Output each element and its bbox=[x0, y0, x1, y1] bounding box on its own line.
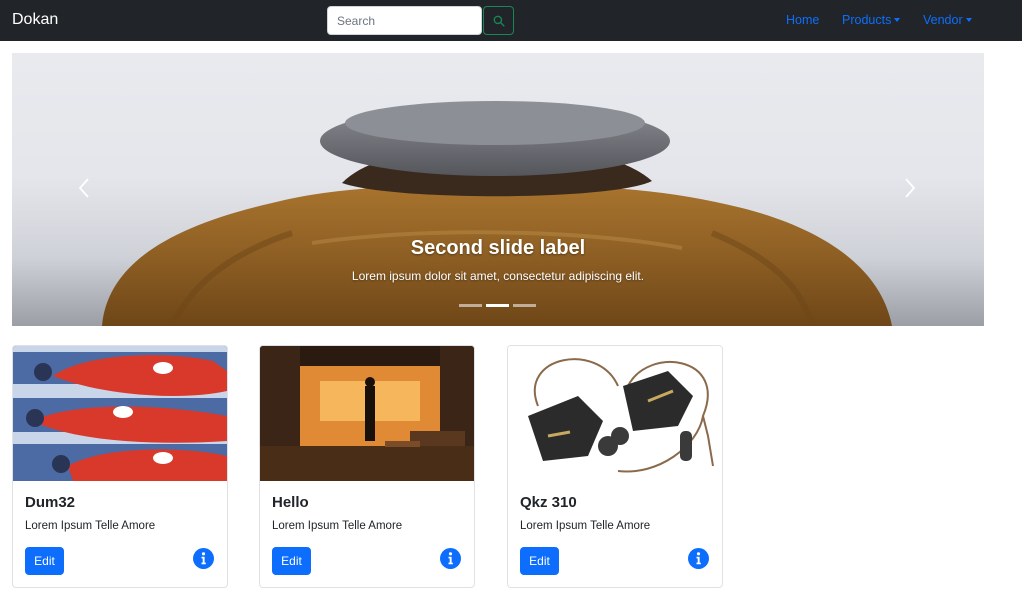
carousel-prev-button[interactable] bbox=[54, 168, 114, 208]
carousel-next-button[interactable] bbox=[880, 168, 940, 208]
info-button[interactable] bbox=[440, 548, 461, 569]
card-title: Hello bbox=[272, 494, 309, 511]
nav-link-home-label: Home bbox=[786, 13, 820, 27]
chevron-left-icon bbox=[78, 178, 89, 198]
card-title: Dum32 bbox=[25, 494, 76, 511]
card-title: Qkz 310 bbox=[520, 494, 577, 511]
product-card: Hello Lorem Ipsum Telle Amore Edit bbox=[259, 345, 475, 588]
carousel-caption-title: Second slide label bbox=[410, 237, 586, 259]
hero-carousel: Second slide label Lorem ipsum dolor sit… bbox=[12, 53, 984, 326]
info-icon bbox=[448, 552, 453, 565]
carousel-indicator[interactable] bbox=[459, 304, 482, 307]
carousel-indicator[interactable] bbox=[486, 304, 509, 307]
chevron-right-icon bbox=[905, 178, 916, 198]
navbar-brand[interactable]: Dokan bbox=[12, 10, 58, 30]
search-input[interactable] bbox=[327, 6, 482, 35]
info-button[interactable] bbox=[688, 548, 709, 569]
product-image bbox=[260, 346, 474, 481]
edit-button[interactable]: Edit bbox=[25, 547, 64, 575]
carousel-indicator[interactable] bbox=[513, 304, 536, 307]
navbar: Dokan Home Products Vendor bbox=[0, 0, 1022, 41]
caret-down-icon bbox=[894, 18, 901, 22]
info-button[interactable] bbox=[193, 548, 214, 569]
caret-down-icon bbox=[965, 18, 972, 22]
nav-link-home[interactable]: Home bbox=[786, 13, 819, 28]
product-image bbox=[508, 346, 722, 481]
card-text: Lorem Ipsum Telle Amore bbox=[272, 520, 403, 532]
edit-button[interactable]: Edit bbox=[272, 547, 311, 575]
nav-link-vendor[interactable]: Vendor bbox=[923, 13, 972, 28]
search-button[interactable] bbox=[483, 6, 514, 35]
carousel-caption-text: Lorem ipsum dolor sit amet, consectetur … bbox=[351, 269, 645, 283]
card-text: Lorem Ipsum Telle Amore bbox=[25, 520, 156, 532]
nav-link-products-label: Products bbox=[842, 13, 892, 27]
info-icon bbox=[696, 552, 701, 565]
nav-link-products[interactable]: Products bbox=[842, 13, 901, 28]
info-icon bbox=[201, 552, 206, 565]
nav-link-vendor-label: Vendor bbox=[923, 13, 963, 27]
search-icon bbox=[493, 15, 505, 27]
slide-image bbox=[102, 101, 892, 326]
product-image bbox=[13, 346, 227, 481]
card-text: Lorem Ipsum Telle Amore bbox=[520, 520, 651, 532]
product-card: Qkz 310 Lorem Ipsum Telle Amore Edit bbox=[507, 345, 723, 588]
edit-button[interactable]: Edit bbox=[520, 547, 559, 575]
product-card: Dum32 Lorem Ipsum Telle Amore Edit bbox=[12, 345, 228, 588]
carousel-indicators bbox=[459, 304, 536, 307]
